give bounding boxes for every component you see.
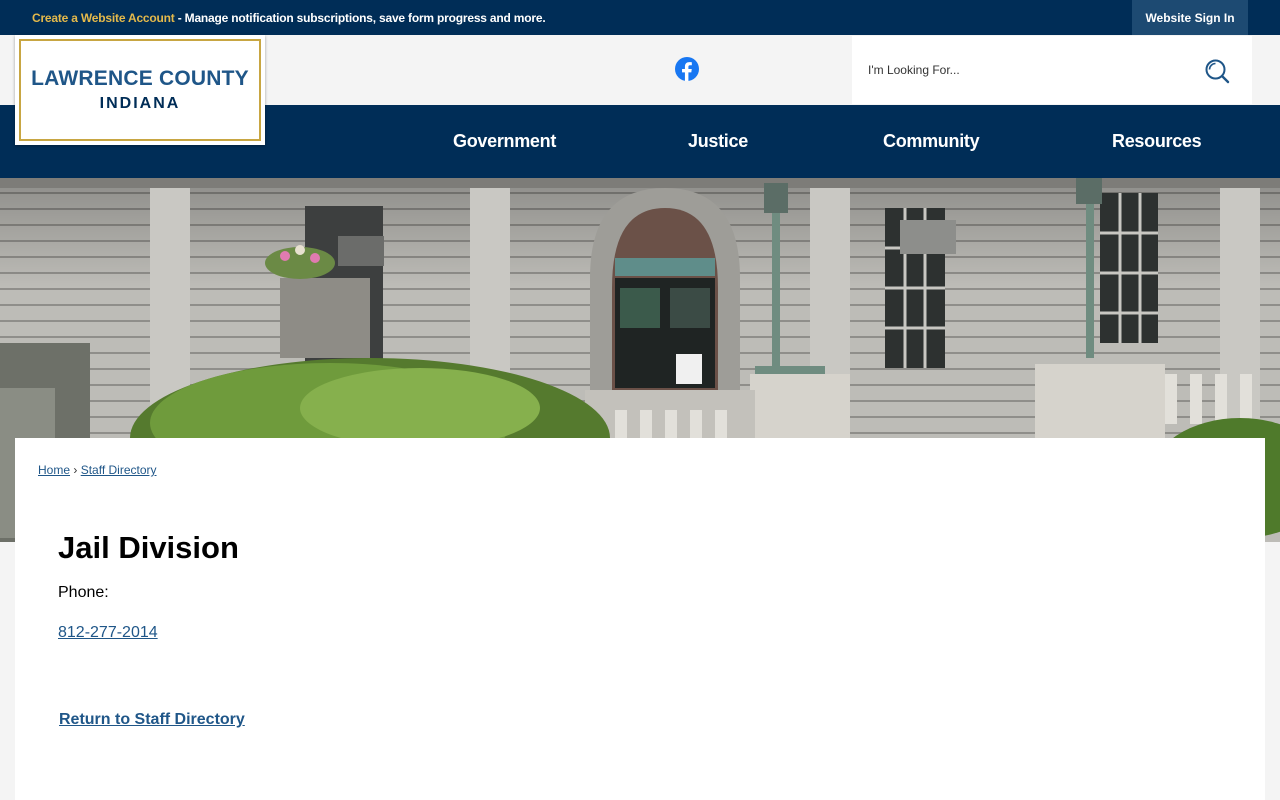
county-logo[interactable]: LAWRENCE COUNTY INDIANA — [15, 35, 265, 145]
website-sign-in-button[interactable]: Website Sign In — [1132, 0, 1248, 35]
search-icon[interactable] — [1204, 58, 1230, 84]
phone-link[interactable]: 812-277-2014 — [58, 624, 158, 642]
breadcrumb-staff-directory-link[interactable]: Staff Directory — [81, 463, 157, 477]
logo-county-name: LAWRENCE COUNTY — [31, 67, 249, 90]
breadcrumb: Home › Staff Directory — [38, 463, 157, 477]
logo-frame: LAWRENCE COUNTY INDIANA — [19, 39, 261, 141]
logo-state-name: INDIANA — [99, 95, 181, 112]
nav-item-government[interactable]: Government — [453, 105, 556, 178]
breadcrumb-home-link[interactable]: Home — [38, 463, 70, 477]
breadcrumb-separator: › — [73, 463, 78, 477]
account-message: Create a Website Account - Manage notifi… — [32, 11, 546, 25]
return-to-staff-directory-link[interactable]: Return to Staff Directory — [59, 711, 245, 729]
nav-item-resources[interactable]: Resources — [1112, 105, 1202, 178]
account-message-text: - Manage notification subscriptions, sav… — [174, 11, 546, 25]
search-input[interactable] — [868, 58, 1188, 82]
facebook-icon[interactable] — [675, 57, 699, 81]
search-box — [852, 36, 1252, 104]
create-account-link[interactable]: Create a Website Account — [32, 11, 175, 25]
content-panel: Home › Staff Directory Jail Division Pho… — [15, 438, 1265, 800]
phone-label: Phone: — [58, 584, 109, 601]
page-title: Jail Division — [58, 530, 239, 565]
top-notification-bar: Create a Website Account - Manage notifi… — [0, 0, 1280, 35]
nav-item-justice[interactable]: Justice — [688, 105, 748, 178]
nav-item-community[interactable]: Community — [883, 105, 980, 178]
